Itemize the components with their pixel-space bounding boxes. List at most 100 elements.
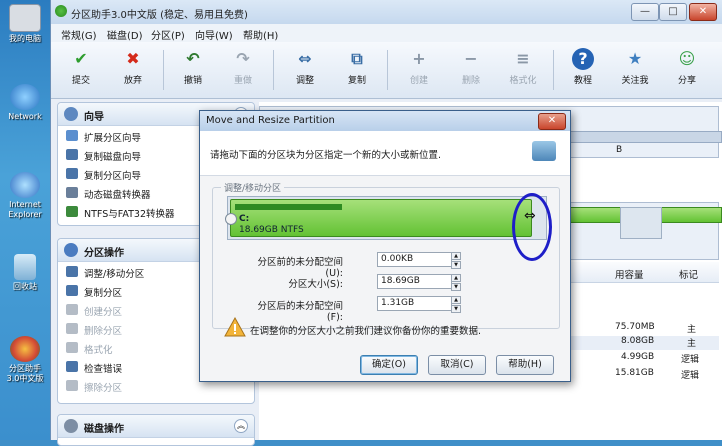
cell-flag: 主 <box>687 339 697 349</box>
commit-label: 提交 <box>71 76 90 86</box>
unalloc-before-input[interactable]: 0.00KB <box>377 252 452 267</box>
warning-text: 在调整你的分区大小之前我们建议你备份你的重要数据. <box>250 326 482 337</box>
redo-label: 重做 <box>233 76 252 86</box>
sidebar-item-label: 删除分区 <box>84 326 123 337</box>
dialog-close-button[interactable]: ✕ <box>538 113 566 130</box>
desktop-icon-label: Internet Explorer <box>8 200 42 219</box>
left-resize-handle[interactable] <box>225 213 237 225</box>
redo-button[interactable]: ↷ 重做 <box>223 48 263 86</box>
format-icon: ≡ <box>516 49 530 68</box>
tutorial-button[interactable]: ? 教程 <box>563 48 603 86</box>
title-bar[interactable]: 分区助手3.0中文版 (稳定、易用且免费) — □ ✕ <box>51 0 722 25</box>
network-icon <box>10 84 40 110</box>
menu-general[interactable]: 常规(G) <box>61 27 97 42</box>
field-label: 分区大小(S): <box>288 279 343 290</box>
ntfs-fat32-icon <box>66 206 78 217</box>
format-label: 格式化 <box>509 76 537 86</box>
partition-block[interactable] <box>620 207 662 239</box>
spin-up-icon[interactable]: ▲ <box>451 274 461 282</box>
spin-down-icon[interactable]: ▼ <box>451 305 461 313</box>
menu-disk[interactable]: 磁盘(D) <box>107 27 143 42</box>
menu-help[interactable]: 帮助(H) <box>243 27 278 42</box>
ok-button[interactable]: 确定(O) <box>360 355 418 375</box>
check-errors-icon <box>66 361 78 372</box>
spin-down-icon[interactable]: ▼ <box>451 261 461 269</box>
undo-button[interactable]: ↶ 撤销 <box>173 48 213 86</box>
cell-capacity: 75.70MB <box>615 322 655 332</box>
format-partition-icon <box>66 342 78 353</box>
highlight-circle <box>512 193 552 261</box>
partition-track: C: 18.69GB NTFS ⇔ <box>225 193 552 261</box>
column-header-flag[interactable]: 标记 <box>679 267 698 281</box>
create-partition-icon <box>66 304 78 315</box>
unalloc-before-spinner[interactable]: ▲ ▼ <box>451 252 461 269</box>
partition-block-c[interactable]: C: 18.69GB NTFS <box>225 199 532 237</box>
sidebar-item-label: 擦除分区 <box>84 383 123 394</box>
create-button[interactable]: + 创建 <box>399 48 439 86</box>
partition-name: C: <box>239 214 250 224</box>
desktop: 我的电脑 Network Internet Explorer 回收站 分区助手3… <box>0 0 50 440</box>
desktop-icon-computer[interactable]: 我的电脑 <box>3 4 47 44</box>
maximize-button[interactable]: □ <box>659 3 687 21</box>
resize-button[interactable]: ⇔ 调整 <box>285 48 325 86</box>
format-button[interactable]: ≡ 格式化 <box>503 48 543 86</box>
disk-ops-header[interactable]: 磁盘操作 ︽ <box>58 415 254 438</box>
spin-up-icon[interactable]: ▲ <box>451 252 461 260</box>
collapse-chevron-icon[interactable]: ︽ <box>234 419 248 433</box>
share-button[interactable]: ☺ 分享 <box>667 48 707 86</box>
commit-button[interactable]: ✔ 提交 <box>61 48 101 86</box>
desktop-icon-recycle-bin[interactable]: 回收站 <box>3 254 47 292</box>
help-button[interactable]: 帮助(H) <box>496 355 554 375</box>
copy-button[interactable]: ⧉ 复制 <box>337 48 377 86</box>
sidebar-item-label: 复制分区 <box>84 288 123 299</box>
dialog-title-bar[interactable]: Move and Resize Partition ✕ <box>200 111 570 132</box>
discard-button[interactable]: ✖ 放弃 <box>113 48 153 86</box>
desktop-icon-label: 回收站 <box>13 282 37 291</box>
follow-label: 关注我 <box>621 76 649 86</box>
follow-button[interactable]: ★ 关注我 <box>615 48 655 86</box>
sidebar-item-label: NTFS与FAT32转换器 <box>84 209 175 220</box>
delete-icon: − <box>464 49 478 68</box>
resize-label: 调整 <box>295 76 314 86</box>
close-button[interactable]: ✕ <box>689 3 717 21</box>
menu-wizard[interactable]: 向导(W) <box>195 27 233 42</box>
commit-check-icon: ✔ <box>74 49 88 68</box>
app-icon <box>55 5 67 17</box>
desktop-icon-partition-assistant[interactable]: 分区助手3.0中文版 <box>3 336 47 384</box>
dialog-title: Move and Resize Partition <box>206 115 335 126</box>
desktop-icon-ie[interactable]: Internet Explorer <box>3 172 47 220</box>
delete-partition-icon <box>66 323 78 334</box>
computer-icon <box>9 4 41 32</box>
spin-down-icon[interactable]: ▼ <box>451 283 461 291</box>
unalloc-after-spinner[interactable]: ▲ ▼ <box>451 296 461 313</box>
resize-move-icon <box>66 266 78 277</box>
cell-capacity: 4.99GB <box>621 352 655 362</box>
sidebar-item-label: 创建分区 <box>84 307 123 318</box>
sidebar-item-label: 扩展分区向导 <box>84 133 142 144</box>
copy-disk-wizard-icon <box>66 149 78 160</box>
delete-button[interactable]: − 删除 <box>451 48 491 86</box>
wizard-panel-title: 向导 <box>84 112 104 123</box>
minimize-button[interactable]: — <box>631 3 659 21</box>
desktop-icon-label: 分区助手3.0中文版 <box>6 364 44 383</box>
discard-x-icon: ✖ <box>126 49 140 68</box>
copy-disk-icon: ⧉ <box>351 49 363 68</box>
column-header-capacity[interactable]: 用容量 <box>615 267 644 281</box>
partition-ops-title: 分区操作 <box>84 248 124 259</box>
toolbar-separator <box>163 50 164 90</box>
share-icon: ☺ <box>678 49 696 68</box>
ie-icon <box>10 172 40 198</box>
partition-size-spinner[interactable]: ▲ ▼ <box>451 274 461 291</box>
menu-partition[interactable]: 分区(P) <box>151 27 185 42</box>
resize-group-label: 调整/移动分区 <box>221 181 285 194</box>
toolbar-separator <box>553 50 554 90</box>
unalloc-after-input[interactable]: 1.31GB <box>377 296 452 311</box>
share-label: 分享 <box>677 76 696 86</box>
desktop-icon-network[interactable]: Network <box>3 84 47 122</box>
sidebar-item-label: 动态磁盘转换器 <box>84 190 151 201</box>
delete-label: 删除 <box>461 76 480 86</box>
partition-size-input[interactable]: 18.69GB <box>377 274 452 289</box>
warning-icon <box>224 317 246 337</box>
cancel-button[interactable]: 取消(C) <box>428 355 486 375</box>
spin-up-icon[interactable]: ▲ <box>451 296 461 304</box>
